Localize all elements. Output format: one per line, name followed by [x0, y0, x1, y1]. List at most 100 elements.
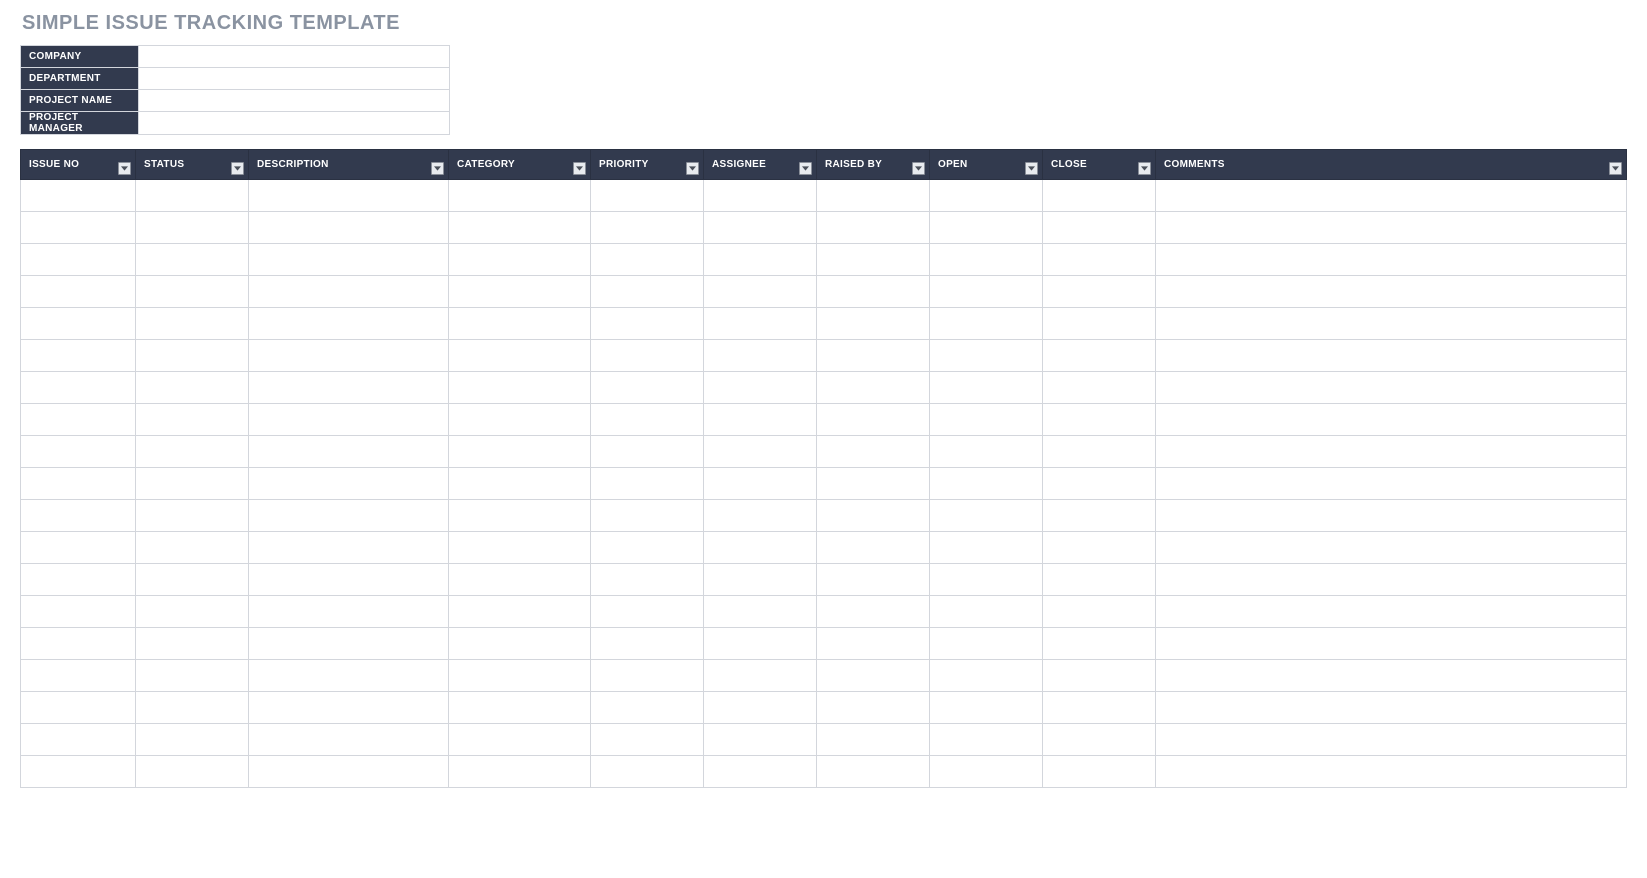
table-cell-assignee[interactable]	[704, 436, 817, 468]
table-cell-assignee[interactable]	[704, 628, 817, 660]
table-cell-assignee[interactable]	[704, 532, 817, 564]
table-cell-raised_by[interactable]	[817, 660, 930, 692]
table-cell-close[interactable]	[1043, 468, 1156, 500]
table-cell-priority[interactable]	[591, 404, 704, 436]
table-cell-comments[interactable]	[1156, 404, 1627, 436]
table-cell-raised_by[interactable]	[817, 276, 930, 308]
table-cell-close[interactable]	[1043, 756, 1156, 788]
filter-dropdown-icon[interactable]	[431, 162, 444, 175]
table-cell-description[interactable]	[249, 340, 449, 372]
filter-dropdown-icon[interactable]	[1025, 162, 1038, 175]
table-cell-assignee[interactable]	[704, 404, 817, 436]
table-cell-description[interactable]	[249, 308, 449, 340]
table-cell-category[interactable]	[449, 340, 591, 372]
table-cell-description[interactable]	[249, 660, 449, 692]
filter-dropdown-icon[interactable]	[686, 162, 699, 175]
table-cell-raised_by[interactable]	[817, 340, 930, 372]
filter-dropdown-icon[interactable]	[912, 162, 925, 175]
table-cell-comments[interactable]	[1156, 564, 1627, 596]
table-cell-description[interactable]	[249, 500, 449, 532]
table-cell-close[interactable]	[1043, 532, 1156, 564]
table-cell-open[interactable]	[930, 276, 1043, 308]
table-cell-status[interactable]	[136, 404, 249, 436]
table-cell-close[interactable]	[1043, 372, 1156, 404]
table-cell-raised_by[interactable]	[817, 564, 930, 596]
table-cell-status[interactable]	[136, 532, 249, 564]
table-cell-issue_no[interactable]	[21, 596, 136, 628]
table-cell-issue_no[interactable]	[21, 468, 136, 500]
table-cell-close[interactable]	[1043, 244, 1156, 276]
table-cell-category[interactable]	[449, 276, 591, 308]
table-cell-comments[interactable]	[1156, 532, 1627, 564]
table-cell-issue_no[interactable]	[21, 436, 136, 468]
table-cell-assignee[interactable]	[704, 180, 817, 212]
filter-dropdown-icon[interactable]	[231, 162, 244, 175]
table-cell-priority[interactable]	[591, 692, 704, 724]
table-cell-comments[interactable]	[1156, 308, 1627, 340]
table-cell-status[interactable]	[136, 212, 249, 244]
table-cell-status[interactable]	[136, 468, 249, 500]
table-cell-category[interactable]	[449, 628, 591, 660]
table-cell-description[interactable]	[249, 276, 449, 308]
table-cell-open[interactable]	[930, 436, 1043, 468]
table-cell-assignee[interactable]	[704, 244, 817, 276]
table-cell-description[interactable]	[249, 372, 449, 404]
table-cell-assignee[interactable]	[704, 372, 817, 404]
table-cell-comments[interactable]	[1156, 244, 1627, 276]
table-cell-issue_no[interactable]	[21, 180, 136, 212]
table-cell-issue_no[interactable]	[21, 404, 136, 436]
table-cell-open[interactable]	[930, 724, 1043, 756]
table-cell-description[interactable]	[249, 212, 449, 244]
table-cell-category[interactable]	[449, 180, 591, 212]
table-cell-assignee[interactable]	[704, 468, 817, 500]
table-cell-status[interactable]	[136, 692, 249, 724]
table-cell-assignee[interactable]	[704, 212, 817, 244]
table-cell-close[interactable]	[1043, 340, 1156, 372]
table-cell-open[interactable]	[930, 244, 1043, 276]
table-cell-issue_no[interactable]	[21, 372, 136, 404]
table-cell-open[interactable]	[930, 756, 1043, 788]
table-cell-open[interactable]	[930, 308, 1043, 340]
table-cell-assignee[interactable]	[704, 724, 817, 756]
table-cell-close[interactable]	[1043, 180, 1156, 212]
table-cell-issue_no[interactable]	[21, 564, 136, 596]
table-cell-comments[interactable]	[1156, 436, 1627, 468]
table-cell-priority[interactable]	[591, 500, 704, 532]
table-cell-category[interactable]	[449, 692, 591, 724]
table-cell-close[interactable]	[1043, 724, 1156, 756]
table-cell-status[interactable]	[136, 372, 249, 404]
table-cell-category[interactable]	[449, 564, 591, 596]
table-cell-category[interactable]	[449, 404, 591, 436]
table-cell-priority[interactable]	[591, 564, 704, 596]
table-cell-raised_by[interactable]	[817, 308, 930, 340]
table-cell-assignee[interactable]	[704, 276, 817, 308]
table-cell-close[interactable]	[1043, 628, 1156, 660]
table-cell-priority[interactable]	[591, 532, 704, 564]
table-cell-status[interactable]	[136, 180, 249, 212]
table-cell-raised_by[interactable]	[817, 244, 930, 276]
table-cell-description[interactable]	[249, 596, 449, 628]
table-cell-close[interactable]	[1043, 212, 1156, 244]
table-cell-status[interactable]	[136, 340, 249, 372]
table-cell-category[interactable]	[449, 244, 591, 276]
table-cell-category[interactable]	[449, 756, 591, 788]
table-cell-open[interactable]	[930, 404, 1043, 436]
table-cell-comments[interactable]	[1156, 724, 1627, 756]
table-cell-open[interactable]	[930, 628, 1043, 660]
table-cell-issue_no[interactable]	[21, 692, 136, 724]
table-cell-priority[interactable]	[591, 660, 704, 692]
table-cell-comments[interactable]	[1156, 500, 1627, 532]
table-cell-comments[interactable]	[1156, 276, 1627, 308]
table-cell-raised_by[interactable]	[817, 436, 930, 468]
table-cell-raised_by[interactable]	[817, 372, 930, 404]
filter-dropdown-icon[interactable]	[799, 162, 812, 175]
table-cell-raised_by[interactable]	[817, 212, 930, 244]
table-cell-category[interactable]	[449, 468, 591, 500]
table-cell-comments[interactable]	[1156, 660, 1627, 692]
table-cell-assignee[interactable]	[704, 500, 817, 532]
table-cell-open[interactable]	[930, 340, 1043, 372]
table-cell-priority[interactable]	[591, 308, 704, 340]
table-cell-close[interactable]	[1043, 436, 1156, 468]
table-cell-open[interactable]	[930, 468, 1043, 500]
table-cell-raised_by[interactable]	[817, 756, 930, 788]
